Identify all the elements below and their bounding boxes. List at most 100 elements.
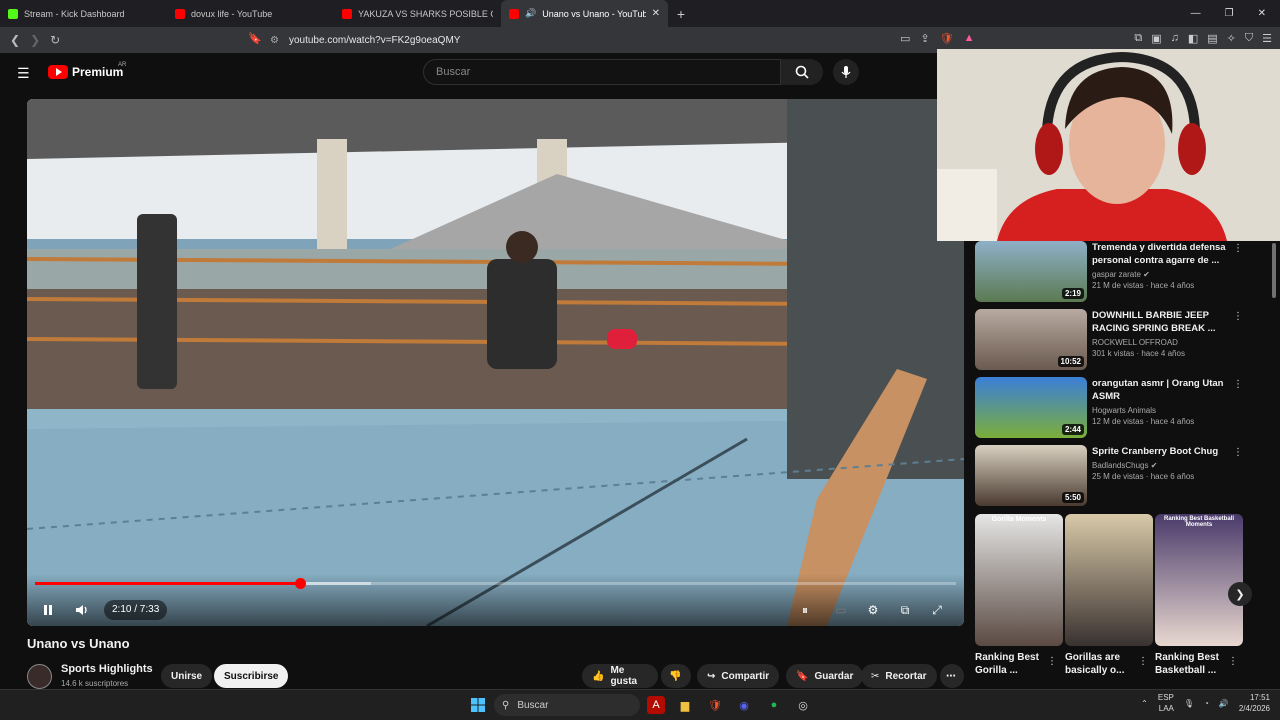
close-tab-icon[interactable]: ✕: [652, 8, 660, 19]
more-options-icon[interactable]: ⋮: [1233, 447, 1243, 458]
start-button[interactable]: [469, 696, 487, 714]
more-actions-button[interactable]: ⋯: [940, 664, 964, 688]
channel-label: gaspar zarate: [1092, 270, 1141, 279]
video-title[interactable]: Sprite Cranberry Boot Chug: [1092, 445, 1232, 458]
site-settings-icon[interactable]: ⚙: [270, 35, 279, 46]
share-button[interactable]: ↪ Compartir: [697, 664, 780, 688]
brave-shield-icon[interactable]: 🛡: [940, 32, 954, 45]
channel-avatar[interactable]: [27, 664, 52, 689]
wifi-icon[interactable]: ◔: [1204, 699, 1209, 708]
vpn-icon[interactable]: ⛉: [1245, 32, 1253, 45]
video-title[interactable]: orangutan asmr | Orang Utan ASMR: [1092, 377, 1232, 403]
voice-search-button[interactable]: [833, 59, 859, 85]
like-button[interactable]: 👍 Me gusta: [582, 664, 658, 688]
leo-ai-icon[interactable]: ✧: [1227, 32, 1236, 45]
wallet-icon[interactable]: ▤: [1207, 32, 1217, 45]
extensions-icon[interactable]: ⧉: [1134, 32, 1142, 45]
tab-kick-dashboard[interactable]: Stream - Kick Dashboard: [0, 0, 167, 27]
taskbar-app-adobe[interactable]: A: [647, 696, 665, 714]
more-options-icon[interactable]: ⋮: [1228, 656, 1238, 667]
more-options-icon[interactable]: ⋮: [1047, 656, 1057, 667]
join-button[interactable]: Unirse: [161, 664, 213, 688]
subscriber-count: 14.6 k suscriptores: [61, 679, 129, 688]
reload-icon[interactable]: ↻: [50, 33, 60, 47]
close-window-icon[interactable]: ✕: [1258, 8, 1266, 19]
short-thumbnail[interactable]: Ranking Best Basketball Moments: [1155, 514, 1243, 646]
cast-icon[interactable]: ▭: [900, 32, 910, 45]
scrollbar[interactable]: [1272, 243, 1276, 298]
mic-tray-icon[interactable]: 🎙: [1184, 699, 1194, 708]
channel-name[interactable]: ROCKWELL OFFROAD: [1092, 338, 1232, 347]
video-title[interactable]: Tremenda y divertida defensa personal co…: [1092, 241, 1232, 267]
guide-menu-icon[interactable]: ☰: [17, 65, 30, 82]
clip-button[interactable]: ✂ Recortar: [861, 664, 937, 688]
maximize-icon[interactable]: ❐: [1225, 8, 1234, 19]
list-item[interactable]: 10:52 DOWNHILL BARBIE JEEP RACING SPRING…: [975, 309, 1275, 377]
short-thumbnail[interactable]: [1065, 514, 1153, 646]
volume-tray-icon[interactable]: 🔊: [1219, 699, 1229, 708]
list-item[interactable]: 2:44 orangutan asmr | Orang Utan ASMR Ho…: [975, 377, 1275, 445]
volume-button[interactable]: [70, 598, 94, 622]
audio-playing-icon[interactable]: 🔊: [525, 8, 536, 19]
taskbar-app-discord[interactable]: ◉: [735, 696, 753, 714]
url-field[interactable]: ⚙ youtube.com/watch?v=FK2g9oeaQMY: [270, 30, 990, 50]
channel-name[interactable]: BadlandsChugs ✔: [1092, 461, 1232, 470]
forward-icon[interactable]: ❯: [30, 33, 40, 47]
tab-dovux-life[interactable]: dovux life - YouTube: [167, 0, 334, 27]
taskbar-search[interactable]: ⚲ Buscar: [494, 694, 640, 716]
autoplay-toggle[interactable]: ⏸: [793, 598, 817, 622]
settings-button[interactable]: ⚙: [861, 598, 885, 622]
back-icon[interactable]: ❮: [10, 33, 20, 47]
search-input[interactable]: Buscar: [423, 59, 781, 85]
list-item[interactable]: 5:50 Sprite Cranberry Boot Chug Badlands…: [975, 445, 1275, 513]
video-thumbnail[interactable]: 2:19: [975, 241, 1087, 302]
more-options-icon[interactable]: ⋮: [1233, 311, 1243, 322]
share-page-icon[interactable]: ⇪: [920, 32, 929, 45]
channel-name[interactable]: Sports Highlights: [61, 663, 153, 675]
miniplayer-button[interactable]: ⧉: [893, 598, 917, 622]
sidebar-icon[interactable]: ◧: [1188, 32, 1198, 45]
fullscreen-button[interactable]: ⤢: [925, 598, 949, 622]
dislike-button[interactable]: 👎: [661, 664, 691, 688]
channel-name[interactable]: Hogwarts Animals: [1092, 406, 1232, 415]
bookmark-icon[interactable]: 🔖: [248, 32, 262, 45]
brave-rewards-icon[interactable]: ▲: [964, 32, 975, 45]
video-thumbnail[interactable]: 5:50: [975, 445, 1087, 506]
taskbar-app-spotify[interactable]: ●: [765, 696, 783, 714]
menu-icon[interactable]: ☰: [1262, 32, 1272, 45]
minimize-icon[interactable]: —: [1191, 8, 1201, 19]
video-player[interactable]: 2:10 / 7:33 ⏸ ▭ ⚙ ⧉ ⤢: [27, 99, 964, 626]
clock[interactable]: 17:51 2/4/2026: [1239, 692, 1270, 714]
more-options-icon[interactable]: ⋮: [1233, 243, 1243, 254]
save-label: Guardar: [814, 670, 854, 682]
more-options-icon[interactable]: ⋮: [1233, 379, 1243, 390]
search-button[interactable]: [781, 59, 823, 85]
new-tab-button[interactable]: +: [668, 6, 694, 22]
chevron-up-icon[interactable]: ⌃: [1141, 699, 1148, 708]
subtitles-button[interactable]: ▭: [829, 598, 853, 622]
short-thumbnail[interactable]: Gorilla Moments: [975, 514, 1063, 646]
pause-icon: [44, 605, 52, 615]
more-options-icon[interactable]: ⋮: [1138, 656, 1148, 667]
like-label: Me gusta: [610, 665, 638, 687]
save-button[interactable]: 🔖 Guardar: [786, 664, 864, 688]
progress-bar[interactable]: [35, 578, 956, 589]
list-item[interactable]: 2:19 Tremenda y divertida defensa person…: [975, 241, 1275, 309]
pause-button[interactable]: [36, 598, 60, 622]
tab-yakuza-vs-sharks[interactable]: YAKUZA VS SHARKS POSIBLE GUERR: [334, 0, 501, 27]
language-indicator[interactable]: ESP LAA: [1158, 692, 1174, 714]
taskbar-app-obs[interactable]: ◎: [794, 696, 812, 714]
shorts-next-button[interactable]: ❯: [1228, 582, 1252, 606]
taskbar-app-brave[interactable]: 🛡: [706, 696, 724, 714]
channel-name[interactable]: gaspar zarate ✔: [1092, 270, 1232, 279]
screenshot-icon[interactable]: ▣: [1151, 32, 1161, 45]
youtube-logo[interactable]: Premium: [48, 65, 123, 79]
subscribe-button[interactable]: Suscribirse: [214, 664, 289, 688]
video-thumbnail[interactable]: 2:44: [975, 377, 1087, 438]
taskbar-app-explorer[interactable]: ▆: [676, 696, 694, 714]
media-icon[interactable]: ♫: [1171, 32, 1179, 45]
video-thumbnail[interactable]: 10:52: [975, 309, 1087, 370]
scrubber-handle[interactable]: [295, 578, 307, 589]
tab-unano-vs-unano[interactable]: 🔊 Unano vs Unano - YouTube ✕: [501, 0, 668, 27]
video-title[interactable]: DOWNHILL BARBIE JEEP RACING SPRING BREAK…: [1092, 309, 1232, 335]
